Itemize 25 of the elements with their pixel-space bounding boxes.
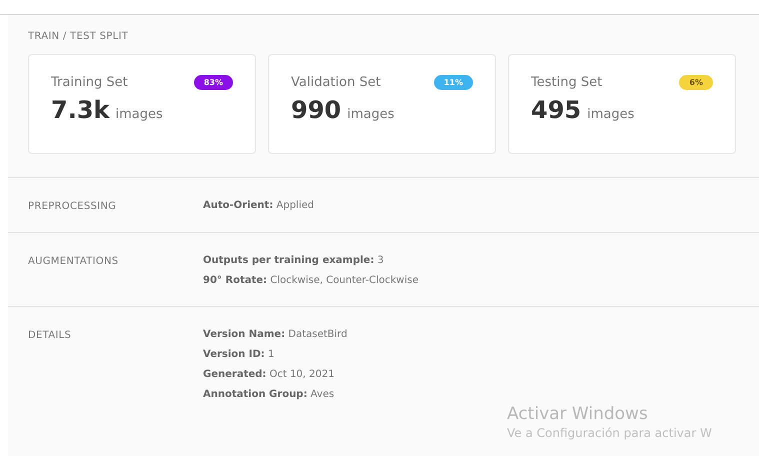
count-unit: images: [587, 107, 634, 122]
row-label: AUGMENTATIONS: [28, 255, 120, 269]
percent-badge: 6%: [679, 75, 713, 90]
section-title: TRAIN / TEST SPLIT: [28, 31, 130, 42]
percent-badge: 11%: [434, 75, 473, 90]
detail-entry: 90° Rotate: Clockwise, Counter-Clockwise: [203, 275, 419, 286]
card-label: Validation Set: [291, 75, 381, 90]
image-count: 7.3k: [51, 96, 110, 124]
count-unit: images: [115, 107, 163, 122]
card-label: Training Set: [51, 75, 128, 90]
image-count: 990: [291, 96, 342, 124]
row-label: DETAILS: [28, 329, 72, 343]
count-unit: images: [347, 107, 394, 122]
detail-entry: Version Name: DatasetBird: [203, 329, 348, 340]
image-count: 495: [531, 96, 582, 124]
row-label: PREPROCESSING: [28, 200, 118, 212]
detail-entry: Version ID: 1: [203, 349, 276, 360]
percent-badge: 83%: [194, 75, 233, 90]
detail-entry: Outputs per training example: 3: [203, 255, 385, 266]
detail-entry: Annotation Group: Aves: [203, 389, 336, 400]
card-label: Testing Set: [531, 75, 602, 90]
detail-entry: Generated: Oct 10, 2021: [203, 369, 336, 380]
detail-entry: Auto-Orient: Applied: [203, 200, 314, 211]
activation-message: Ve a Configuración para activar W: [507, 426, 712, 440]
activation-title: Activar Windows: [507, 404, 649, 424]
